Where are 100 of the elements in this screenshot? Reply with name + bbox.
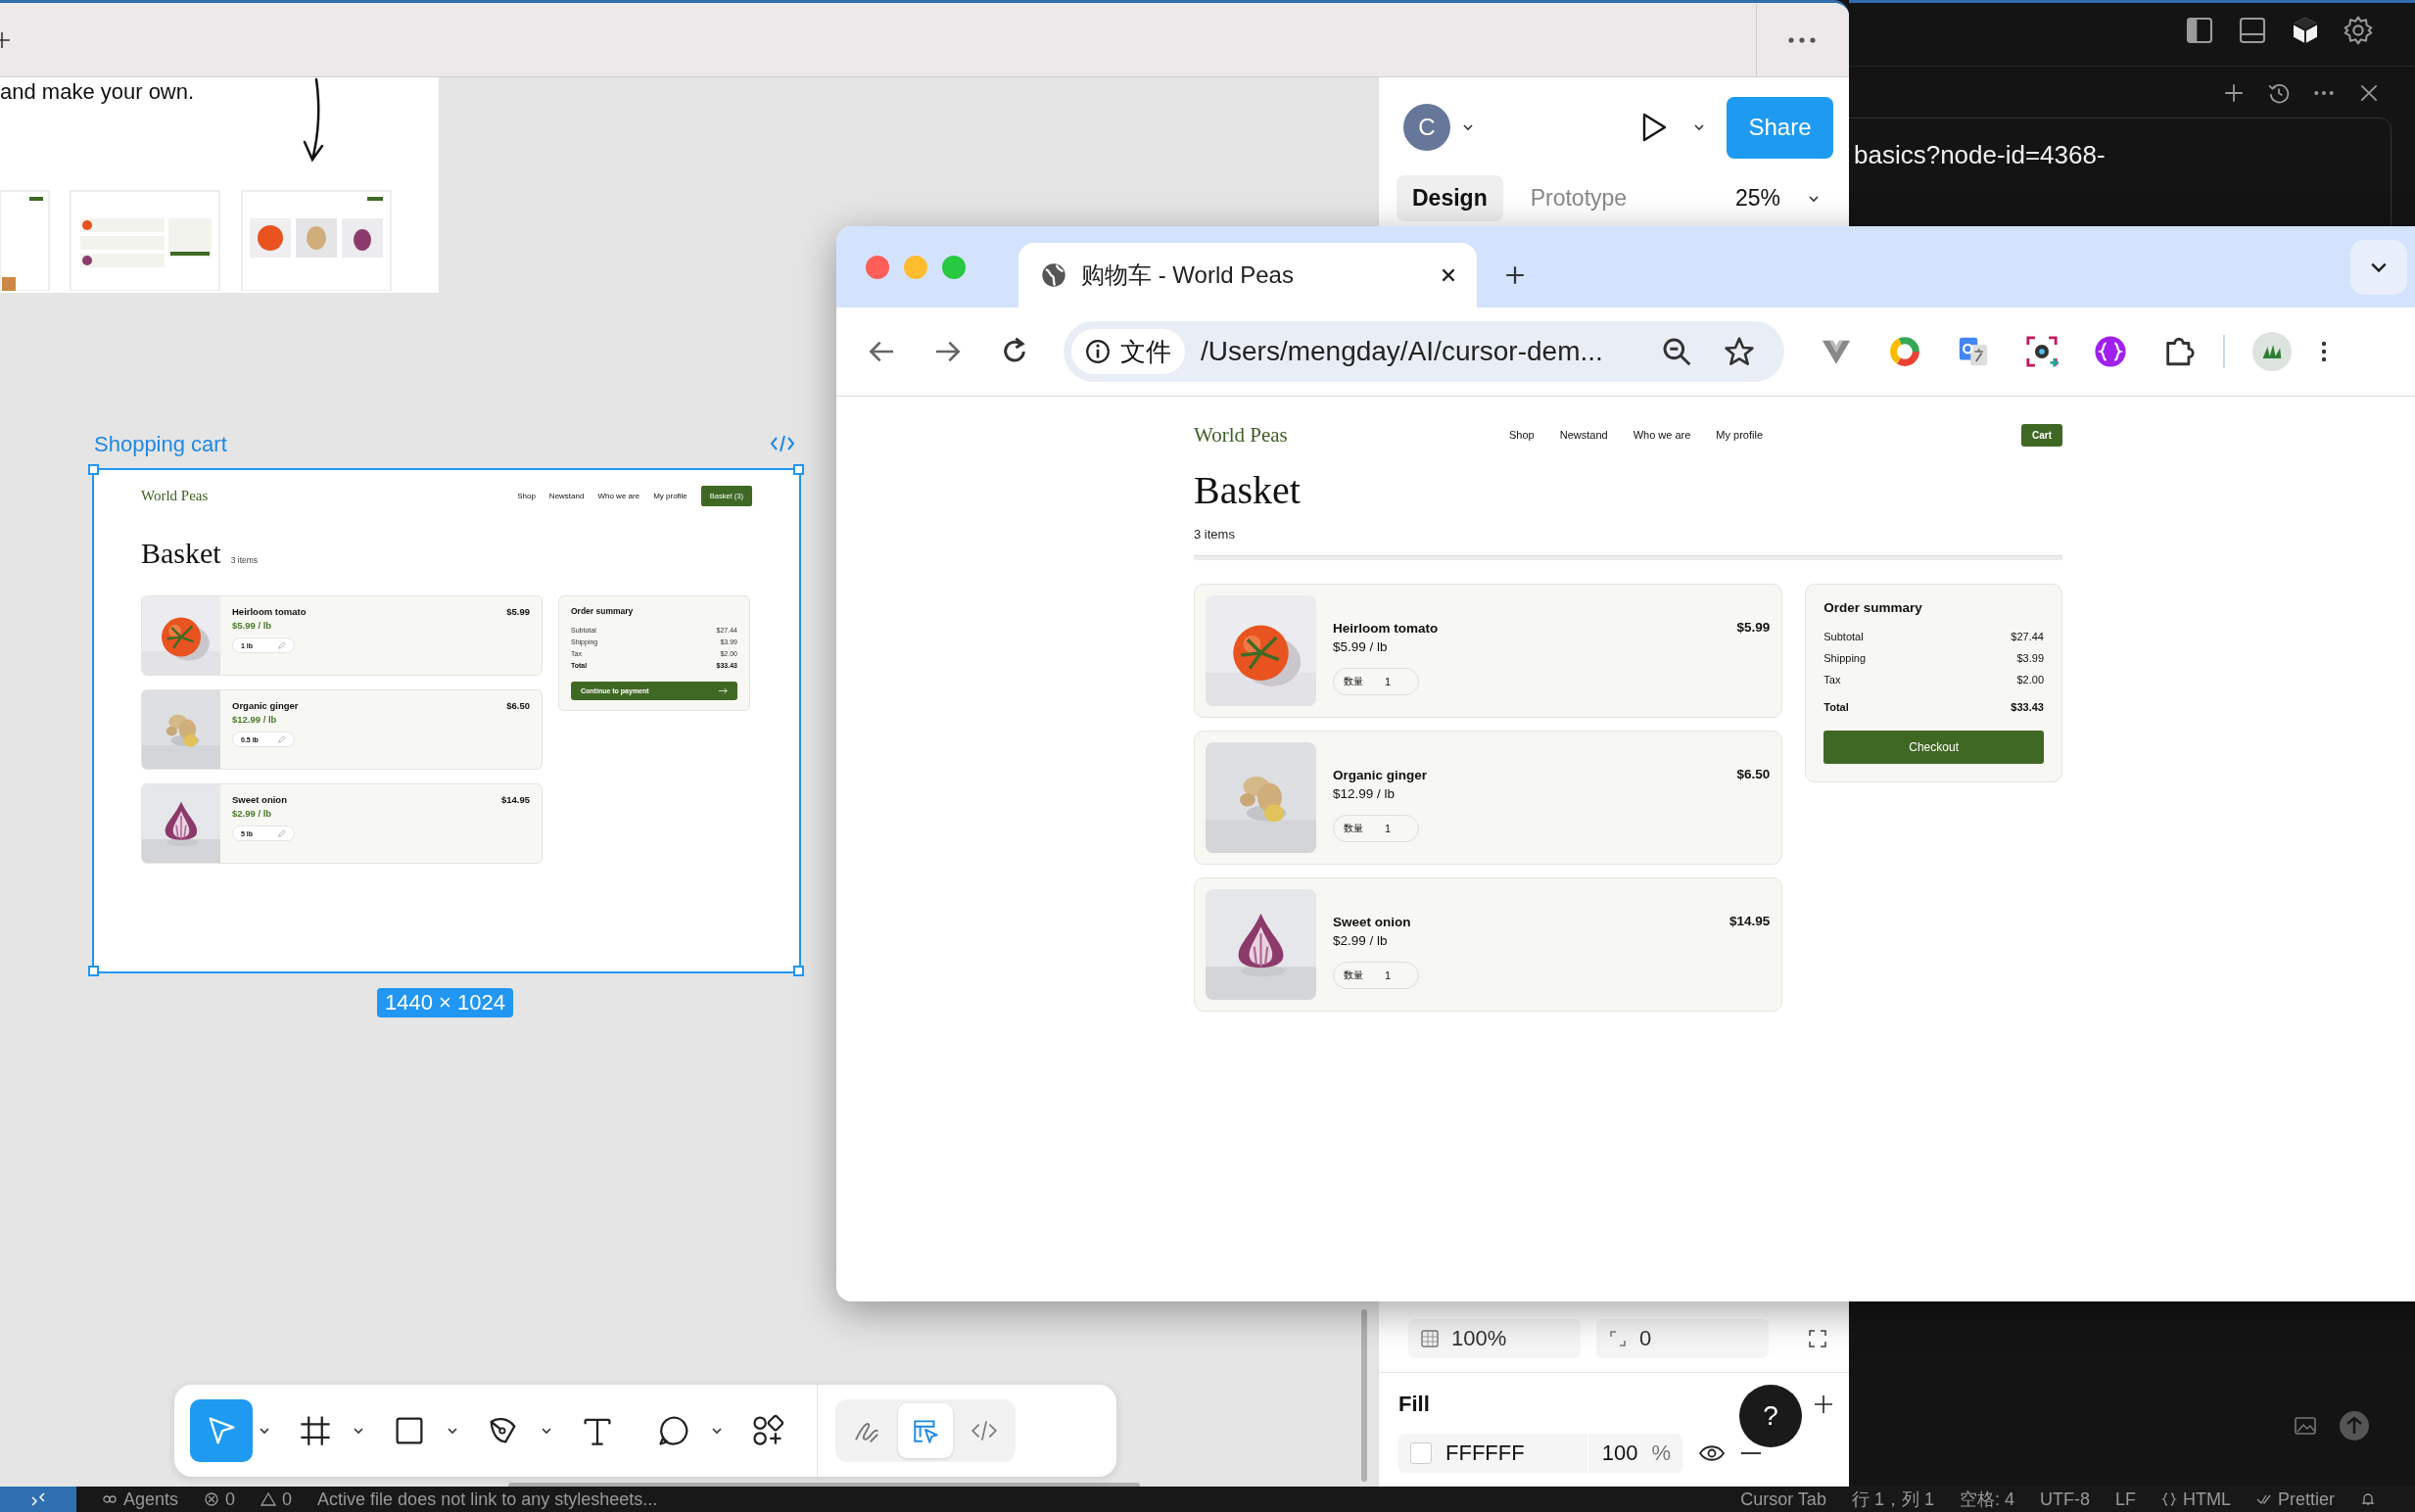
select-tool[interactable] (190, 1399, 253, 1462)
agents-status[interactable]: Agents (102, 1488, 179, 1510)
remote-button[interactable] (0, 1487, 76, 1512)
code-icon[interactable] (770, 433, 795, 454)
unit-price: $2.99 / lb (232, 808, 273, 819)
status-item[interactable]: 空格: 4 (1959, 1488, 2014, 1511)
product-name: Organic ginger (1333, 768, 1428, 782)
nav-link[interactable]: Who we are (1633, 429, 1691, 441)
caret-icon[interactable] (711, 1427, 723, 1435)
status-message[interactable]: Active file does not link to any stylesheets... (317, 1488, 658, 1510)
unit-price: $2.99 / lb (1333, 933, 1389, 948)
resize-handle[interactable] (793, 966, 804, 976)
resize-handle[interactable] (88, 966, 99, 976)
hash-icon (298, 1413, 333, 1448)
caret-icon[interactable] (353, 1427, 364, 1435)
nav-link[interactable]: My profile (1716, 429, 1763, 441)
corner-icon (1608, 1329, 1628, 1348)
summary-value: $3.99 (2016, 652, 2044, 664)
status-item[interactable]: LF (2114, 1488, 2136, 1510)
star-icon[interactable] (1724, 336, 1755, 367)
browser-tab[interactable]: 购物车 - World Peas (1018, 243, 1477, 307)
image-icon[interactable] (2294, 1416, 2317, 1436)
zoom-out-icon[interactable] (1661, 336, 1692, 367)
eye-icon[interactable] (1698, 1443, 1726, 1463)
product-name: Sweet onion (232, 794, 288, 805)
design-mode-button[interactable] (898, 1403, 953, 1458)
close-icon[interactable] (2358, 82, 2380, 104)
corners-icon[interactable] (1808, 1329, 1827, 1348)
color-swatch[interactable] (1410, 1442, 1432, 1464)
item-price: $6.50 (1736, 767, 1771, 781)
scrollbar[interactable] (1361, 1309, 1367, 1482)
gear-icon[interactable] (2343, 15, 2374, 46)
resize-handle[interactable] (793, 464, 804, 475)
send-icon[interactable] (2339, 1410, 2370, 1441)
item-price: $14.95 (1728, 914, 1771, 928)
ring-icon[interactable] (1888, 335, 1921, 368)
address-bar[interactable]: 文件 /Users/mengday/AI/cursor-dem... (1064, 321, 1784, 382)
warning-icon (260, 1491, 277, 1507)
site-info-chip[interactable]: 文件 (1071, 329, 1185, 374)
braces-icon[interactable] (2094, 335, 2127, 368)
resize-handle[interactable] (88, 464, 99, 475)
plus-icon[interactable] (2223, 82, 2245, 104)
status-item[interactable]: UTF-8 (2039, 1488, 2090, 1510)
product-name: Sweet onion (1333, 915, 1412, 929)
help-button[interactable]: ? (1739, 1385, 1802, 1447)
product-name: Heirloom tomato (232, 606, 307, 617)
error-icon (204, 1491, 220, 1507)
summary-value: $27.44 (2011, 631, 2044, 642)
nav-link[interactable]: Shop (1509, 429, 1535, 441)
radius-field[interactable]: 0 (1596, 1319, 1769, 1358)
caret-icon[interactable] (1808, 194, 1820, 203)
profile-avatar[interactable] (2252, 332, 2292, 371)
translate-icon[interactable] (1957, 335, 1990, 368)
pencil-icon (278, 829, 286, 837)
panel-tab[interactable]: Design (1397, 175, 1503, 221)
fill-color-field[interactable]: FFFFFF 100 % (1398, 1434, 1682, 1473)
zoom-level[interactable]: 25% (1734, 185, 1780, 212)
errors-status[interactable]: 0 (204, 1488, 236, 1510)
panel-tab[interactable]: Prototype (1514, 175, 1643, 221)
plus-icon[interactable] (1814, 1394, 1833, 1414)
history-icon[interactable] (2268, 82, 2290, 104)
language-status[interactable]: HTML (2160, 1488, 2231, 1510)
minus-icon[interactable] (1741, 1451, 1761, 1455)
page-heading: Basket (141, 537, 221, 570)
bell-icon[interactable] (2360, 1491, 2376, 1507)
tab-title: 购物车 - World Peas (1081, 260, 1294, 290)
item-price: $14.95 (500, 794, 530, 805)
section-title: Fill (1398, 1392, 1430, 1417)
item-count: 3 items (230, 555, 259, 565)
globe-icon (1040, 261, 1067, 289)
nav-link[interactable]: Newstand (1559, 429, 1608, 441)
status-item[interactable]: Cursor Tab (1740, 1488, 1826, 1510)
status-item[interactable]: 行 1，列 1 (1851, 1488, 1934, 1511)
caret-icon[interactable] (447, 1427, 458, 1435)
new-tab-icon[interactable] (1504, 264, 1526, 286)
nav-link: Who we are (597, 491, 640, 500)
menu-icon[interactable] (2321, 339, 2327, 364)
play-icon[interactable] (1640, 112, 1668, 143)
sidebar-icon[interactable] (2184, 15, 2215, 46)
camera-icon[interactable] (2025, 335, 2059, 368)
warnings-status[interactable]: 0 (260, 1488, 293, 1510)
checkout-button[interactable]: Checkout (1823, 731, 2044, 764)
unit-price: $12.99 / lb (1333, 786, 1397, 801)
logo: World Peas (141, 487, 209, 504)
summary-label: Subtotal (1823, 631, 1864, 642)
panel-icon[interactable] (2237, 15, 2268, 46)
caret-icon[interactable] (259, 1427, 270, 1435)
more-icon[interactable] (1787, 35, 1817, 44)
design-frame[interactable] (94, 470, 799, 971)
cart-button[interactable]: Cart (2021, 423, 2062, 447)
opacity-field[interactable]: 100% (1408, 1319, 1581, 1358)
caret-icon[interactable] (541, 1427, 552, 1435)
caret-icon[interactable] (1462, 123, 1474, 131)
product-name: Heirloom tomato (1333, 621, 1439, 636)
user-avatar[interactable]: C (1403, 104, 1450, 151)
caret-icon[interactable] (1693, 123, 1705, 131)
summary-value: $33.43 (2011, 701, 2044, 713)
close-icon[interactable] (1440, 266, 1457, 284)
formatter-status[interactable]: Prettier (2255, 1488, 2335, 1510)
size-label: 1440 × 1024 (377, 988, 513, 1017)
